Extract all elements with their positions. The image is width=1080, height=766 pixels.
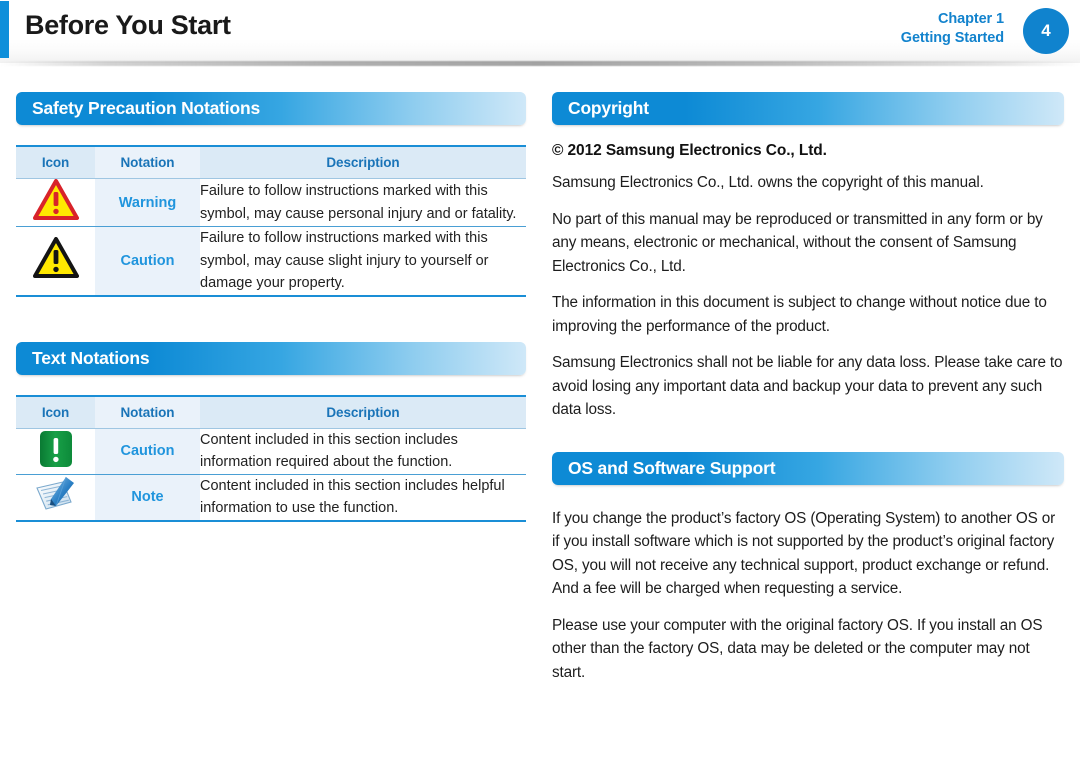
left-column: Safety Precaution Notations Icon Notatio… bbox=[16, 92, 526, 522]
cell-notation: Note bbox=[95, 474, 200, 521]
section-header-safety-precaution-notations: Safety Precaution Notations bbox=[16, 92, 526, 125]
chapter-name-label: Getting Started bbox=[900, 30, 1004, 46]
page-title: Before You Start bbox=[25, 10, 231, 40]
table-row: Warning Failure to follow instructions m… bbox=[16, 178, 526, 227]
copyright-paragraph: Samsung Electronics shall not be liable … bbox=[552, 354, 1063, 418]
table-row: Caution Content included in this section… bbox=[16, 428, 526, 474]
cell-description: Failure to follow instructions marked wi… bbox=[200, 183, 517, 222]
copyright-paragraph: The information in this document is subj… bbox=[552, 294, 1047, 335]
cell-notation: Caution bbox=[95, 226, 200, 296]
copyright-notice: © 2012 Samsung Electronics Co., Ltd. bbox=[552, 142, 827, 159]
caution-triangle-black-icon bbox=[32, 237, 79, 284]
section-header-copyright: Copyright bbox=[552, 92, 1064, 125]
table-header-row: Icon Notation Description bbox=[16, 146, 526, 179]
section-header-os-and-software-support: OS and Software Support bbox=[552, 451, 1064, 485]
copyright-paragraph: Samsung Electronics Co., Ltd. owns the c… bbox=[552, 174, 984, 191]
os-support-paragraph: Please use your computer with the origin… bbox=[552, 616, 1043, 681]
text-notations-table: Icon Notation Description Caution Conten… bbox=[16, 395, 526, 522]
cell-description: Failure to follow instructions marked wi… bbox=[200, 230, 489, 291]
cell-notation: Caution bbox=[95, 428, 200, 474]
caution-green-exclamation-icon bbox=[37, 429, 75, 474]
section-title: Safety Precaution Notations bbox=[32, 98, 260, 118]
section-title: Copyright bbox=[568, 98, 649, 118]
os-support-paragraph: If you change the product’s factory OS (… bbox=[552, 509, 1056, 598]
section-title: Text Notations bbox=[32, 347, 150, 368]
warning-triangle-red-icon bbox=[32, 179, 79, 226]
cell-description: Content included in this section include… bbox=[200, 431, 458, 471]
column-header-description: Description bbox=[326, 155, 400, 170]
chapter-number-label: Chapter 1 bbox=[938, 11, 1004, 27]
column-header-notation: Notation bbox=[95, 146, 200, 179]
cell-icon bbox=[16, 474, 95, 521]
column-header-notation: Notation bbox=[95, 395, 200, 428]
cell-notation: Warning bbox=[95, 178, 200, 227]
column-header-description: Description bbox=[326, 404, 400, 420]
copyright-paragraph: No part of this manual may be reproduced… bbox=[552, 210, 1043, 275]
table-row: Caution Failure to follow instructions m… bbox=[16, 226, 526, 296]
right-column: Copyright © 2012 Samsung Electronics Co.… bbox=[552, 92, 1064, 684]
chapter-indicator: Chapter 1 Getting Started bbox=[901, 10, 1004, 48]
page-header: Before You Start Chapter 1 Getting Start… bbox=[0, 0, 1080, 66]
section-header-text-notations: Text Notations bbox=[16, 341, 526, 375]
cell-icon bbox=[16, 179, 95, 227]
column-header-icon: Icon bbox=[41, 404, 70, 420]
column-header-icon: Icon bbox=[41, 155, 70, 170]
header-divider bbox=[0, 61, 1080, 66]
safety-precaution-table: Icon Notation Description Warning Failur… bbox=[16, 145, 526, 297]
page-number-badge: 4 bbox=[1023, 8, 1069, 54]
cell-icon bbox=[16, 428, 95, 474]
note-pen-paper-icon bbox=[33, 475, 79, 520]
table-row: Note Content included in this section in… bbox=[16, 474, 526, 521]
cell-description: Content included in this section include… bbox=[200, 477, 505, 517]
section-title: OS and Software Support bbox=[568, 457, 776, 478]
header-accent-bar bbox=[0, 1, 9, 58]
cell-icon bbox=[16, 227, 95, 296]
table-header-row: Icon Notation Description bbox=[16, 395, 526, 428]
